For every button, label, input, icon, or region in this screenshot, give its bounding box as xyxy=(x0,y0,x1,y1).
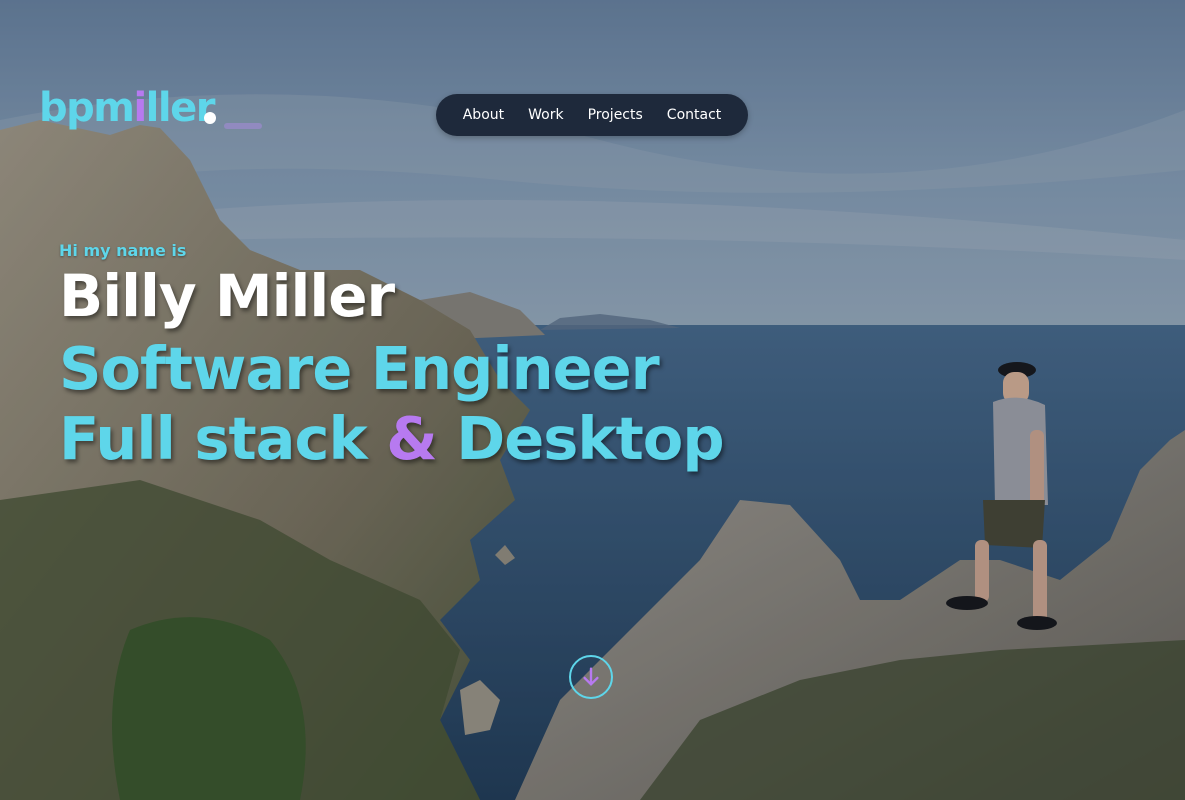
nav-item-projects[interactable]: Projects xyxy=(588,107,643,123)
nav-item-about[interactable]: About xyxy=(463,107,504,123)
logo-text-i: i xyxy=(133,85,147,131)
nav-item-work[interactable]: Work xyxy=(528,107,563,123)
hero-greeting: Hi my name is xyxy=(59,241,187,260)
hero-stack: Full stack & Desktop xyxy=(59,404,725,473)
arrow-down-icon xyxy=(583,667,599,686)
logo-text-end: ller xyxy=(145,85,216,131)
hero-stack-amp: & xyxy=(386,404,437,473)
hero-section: bpmiller About Work Projects Contact Hi … xyxy=(0,0,1185,800)
logo-text-start: bpm xyxy=(39,85,135,131)
logo[interactable]: bpmiller xyxy=(39,85,216,131)
logo-dot xyxy=(204,112,216,124)
scroll-down-button[interactable] xyxy=(569,655,613,699)
hero-name: Billy Miller xyxy=(59,262,395,330)
nav-item-contact[interactable]: Contact xyxy=(667,107,721,123)
hero-stack-part2: Desktop xyxy=(436,404,724,473)
main-nav: About Work Projects Contact xyxy=(436,94,748,136)
hero-stack-part1: Full stack xyxy=(59,404,387,473)
logo-underline xyxy=(224,123,262,129)
hero-role: Software Engineer xyxy=(59,334,660,403)
